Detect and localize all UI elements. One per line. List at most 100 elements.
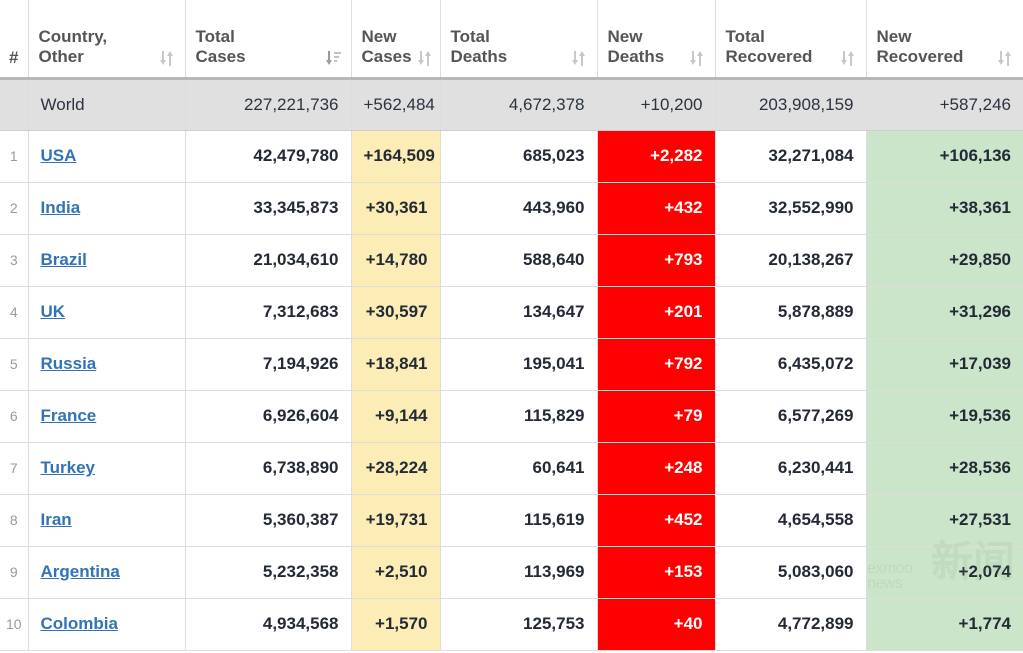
country-link[interactable]: Colombia xyxy=(41,614,118,633)
column-header-rank[interactable]: # xyxy=(0,0,29,80)
cell-total-recovered: 4,654,558 xyxy=(715,494,867,547)
cell-new-cases: +19,731 xyxy=(351,494,441,547)
cell-rank: 2 xyxy=(0,182,29,235)
cell-new-cases: +2,510 xyxy=(351,546,441,599)
cell-new-recovered: +1,774 xyxy=(866,598,1023,651)
country-link[interactable]: Iran xyxy=(41,510,72,529)
cell-rank: 9 xyxy=(0,546,29,599)
cell-total-cases: 7,312,683 xyxy=(185,286,352,339)
cell-total-deaths: 195,041 xyxy=(440,338,598,391)
cell-total-deaths: 134,647 xyxy=(440,286,598,339)
cell-total-recovered: 5,878,889 xyxy=(715,286,867,339)
cell-new-deaths: +432 xyxy=(597,182,716,235)
column-header-new-cases[interactable]: New Cases xyxy=(351,0,441,80)
covid-statistics-table: # Country, Other Total Cases New Cases T… xyxy=(0,0,1023,651)
header-label-country-line2: Other xyxy=(38,47,84,67)
cell-country: Iran xyxy=(28,494,186,547)
header-label-new-cases-line2: Cases xyxy=(361,47,412,67)
cell-total-deaths: 115,619 xyxy=(440,494,598,547)
cell-new-deaths: +201 xyxy=(597,286,716,339)
cell-total-deaths: 588,640 xyxy=(440,234,598,287)
sort-neutral-icon[interactable] xyxy=(417,50,433,67)
cell-total-deaths: 4,672,378 xyxy=(440,78,598,131)
sort-neutral-icon[interactable] xyxy=(159,50,175,67)
country-link[interactable]: Turkey xyxy=(41,458,96,477)
table-row: 7 Turkey 6,738,890 +28,224 60,641 +248 6,230,4… xyxy=(0,442,1023,495)
column-header-total-cases[interactable]: Total Cases xyxy=(185,0,352,80)
cell-country: France xyxy=(28,390,186,443)
cell-total-deaths: 115,829 xyxy=(440,390,598,443)
header-label-total-cases-line1: Total xyxy=(195,27,235,47)
cell-new-cases: +9,144 xyxy=(351,390,441,443)
cell-new-cases: +18,841 xyxy=(351,338,441,391)
cell-country: USA xyxy=(28,130,186,183)
country-link[interactable]: Russia xyxy=(41,354,97,373)
header-label-country-line1: Country, xyxy=(38,27,108,47)
cell-rank: 10 xyxy=(0,598,29,651)
cell-total-deaths: 443,960 xyxy=(440,182,598,235)
cell-rank: 7 xyxy=(0,442,29,495)
cell-total-deaths: 60,641 xyxy=(440,442,598,495)
header-label-total-recovered-line1: Total xyxy=(725,27,765,47)
cell-new-deaths: +153 xyxy=(597,546,716,599)
sort-neutral-icon[interactable] xyxy=(571,50,587,67)
cell-country: World xyxy=(28,78,186,131)
country-link[interactable]: UK xyxy=(41,302,66,321)
cell-total-cases: 6,738,890 xyxy=(185,442,352,495)
cell-country: Russia xyxy=(28,338,186,391)
header-label-rank: # xyxy=(9,47,19,67)
header-label-new-deaths-line1: New xyxy=(607,27,643,47)
cell-new-deaths: +792 xyxy=(597,338,716,391)
header-row: # Country, Other Total Cases New Cases T… xyxy=(0,0,1023,80)
sort-descending-active-icon[interactable] xyxy=(325,50,341,67)
cell-rank xyxy=(0,78,29,131)
cell-new-deaths: +248 xyxy=(597,442,716,495)
table-header: # Country, Other Total Cases New Cases T… xyxy=(0,0,1023,80)
column-header-total-recovered[interactable]: Total Recovered xyxy=(715,0,867,80)
cell-total-deaths: 113,969 xyxy=(440,546,598,599)
header-label-new-recovered-line2: Recovered xyxy=(876,47,964,67)
column-header-new-deaths[interactable]: New Deaths xyxy=(597,0,716,80)
cell-total-recovered: 6,577,269 xyxy=(715,390,867,443)
table-row: 10 Colombia 4,934,568 +1,570 125,753 +40 4,772… xyxy=(0,598,1023,651)
sort-neutral-icon[interactable] xyxy=(689,50,705,67)
cell-total-cases: 227,221,736 xyxy=(185,78,352,131)
header-label-new-recovered-line1: New xyxy=(876,27,912,47)
country-link[interactable]: France xyxy=(41,406,97,425)
column-header-total-deaths[interactable]: Total Deaths xyxy=(440,0,598,80)
cell-new-recovered: +29,850 xyxy=(866,234,1023,287)
cell-new-recovered: +28,536 xyxy=(866,442,1023,495)
cell-total-cases: 21,034,610 xyxy=(185,234,352,287)
header-label-new-cases-line1: New xyxy=(361,27,397,47)
column-header-new-recovered[interactable]: New Recovered xyxy=(866,0,1023,80)
country-link[interactable]: India xyxy=(41,198,81,217)
cell-total-recovered: 20,138,267 xyxy=(715,234,867,287)
header-label-new-deaths-line2: Deaths xyxy=(607,47,665,67)
cell-rank: 1 xyxy=(0,130,29,183)
cell-total-cases: 5,360,387 xyxy=(185,494,352,547)
country-link[interactable]: Argentina xyxy=(41,562,120,581)
country-link[interactable]: USA xyxy=(41,146,77,165)
cell-total-recovered: 203,908,159 xyxy=(715,78,867,131)
covid-stats-table-page: # Country, Other Total Cases New Cases T… xyxy=(0,0,1023,653)
cell-new-deaths: +2,282 xyxy=(597,130,716,183)
cell-new-cases: +562,484 xyxy=(351,78,441,131)
cell-new-recovered: +587,246 xyxy=(866,78,1023,131)
cell-total-cases: 5,232,358 xyxy=(185,546,352,599)
header-label-total-recovered-line2: Recovered xyxy=(725,47,813,67)
cell-country: Brazil xyxy=(28,234,186,287)
column-header-country[interactable]: Country, Other xyxy=(28,0,186,80)
cell-total-cases: 33,345,873 xyxy=(185,182,352,235)
cell-new-cases: +30,361 xyxy=(351,182,441,235)
sort-neutral-icon[interactable] xyxy=(840,50,856,67)
country-link[interactable]: Brazil xyxy=(41,250,87,269)
cell-new-recovered: +31,296 xyxy=(866,286,1023,339)
cell-country: Colombia xyxy=(28,598,186,651)
cell-country: Turkey xyxy=(28,442,186,495)
cell-new-recovered: +38,361 xyxy=(866,182,1023,235)
cell-total-recovered: 32,271,084 xyxy=(715,130,867,183)
table-row: 9 Argentina 5,232,358 +2,510 113,969 +153 5,08… xyxy=(0,546,1023,599)
cell-total-recovered: 6,230,441 xyxy=(715,442,867,495)
sort-neutral-icon[interactable] xyxy=(997,50,1013,67)
table-row: 5 Russia 7,194,926 +18,841 195,041 +792 6,435,… xyxy=(0,338,1023,391)
